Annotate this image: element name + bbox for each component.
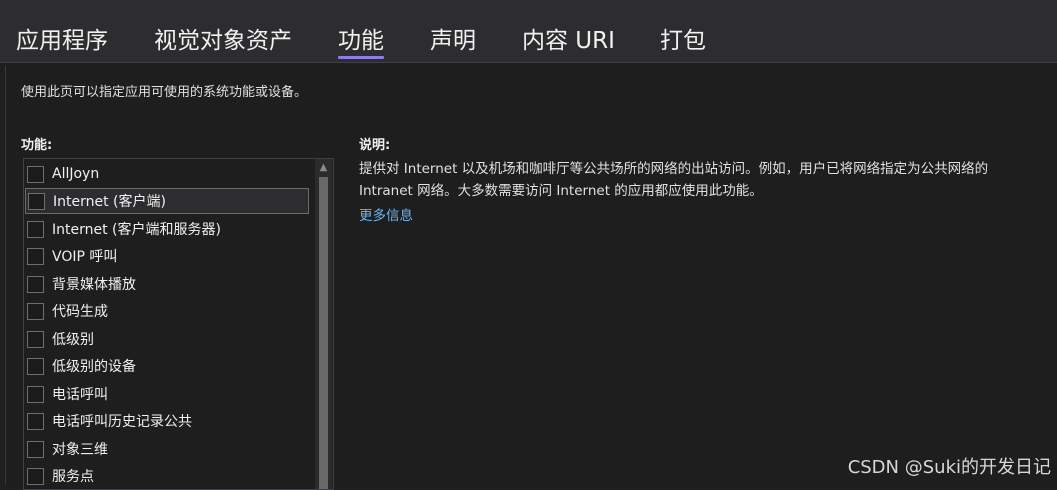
capability-label: 对象三维 [52,439,108,459]
capability-checkbox[interactable] [27,468,44,485]
capability-label: 服务点 [52,466,94,486]
scroll-up-icon[interactable]: ▲ [315,159,332,175]
capability-checkbox[interactable] [27,221,44,238]
description-line: Intranet 网络。大多数需要访问 Internet 的应用都应使用此功能。 [359,180,1057,202]
list-item[interactable]: 低级别 [25,326,309,352]
tab-application[interactable]: 应用程序 [16,26,108,56]
tab-declarations[interactable]: 声明 [430,26,476,56]
capability-checkbox[interactable] [27,276,44,293]
capability-checkbox[interactable] [27,441,44,458]
list-item[interactable]: 背景媒体播放 [25,271,309,297]
page-hint: 使用此页可以指定应用可使用的系统功能或设备。 [21,81,307,100]
capability-label: 低级别的设备 [52,356,136,376]
watermark: CSDN @Suki的开发日记 [848,453,1051,479]
capability-description: 提供对 Internet 以及机场和咖啡厅等公共场所的网络的出站访问。例如，用户… [359,158,1057,202]
list-item[interactable]: 对象三维 [25,436,309,462]
list-item[interactable]: 代码生成 [25,298,309,324]
capability-checkbox[interactable] [27,303,44,320]
capabilities-heading: 功能: [21,134,52,153]
list-item[interactable]: 低级别的设备 [25,353,309,379]
list-scrollbar[interactable]: ▲ [315,159,332,489]
description-line: 提供对 Internet 以及机场和咖啡厅等公共场所的网络的出站访问。例如，用户… [359,158,1057,180]
tab-visual-assets[interactable]: 视觉对象资产 [154,26,292,56]
list-item[interactable]: Internet (客户端) [25,188,309,214]
capability-label: Internet (客户端) [53,191,166,211]
list-item[interactable]: 电话呼叫历史记录公共 [25,408,309,434]
scroll-thumb[interactable] [319,177,328,489]
list-item[interactable]: Internet (客户端和服务器) [25,216,309,242]
title-strip [0,0,1057,18]
tab-packaging[interactable]: 打包 [660,26,706,56]
capability-checkbox[interactable] [27,331,44,348]
capability-checkbox[interactable] [27,386,44,403]
capability-label: 低级别 [52,329,94,349]
list-item[interactable]: 电话呼叫 [25,381,309,407]
capabilities-list[interactable]: AllJoyn Internet (客户端) Internet (客户端和服务器… [23,158,334,490]
capability-checkbox[interactable] [27,166,44,183]
tab-bar: 应用程序 视觉对象资产 功能 声明 内容 URI 打包 [0,18,1057,63]
list-item[interactable]: VOIP 呼叫 [25,243,309,269]
capability-label: 代码生成 [52,301,108,321]
capability-label: VOIP 呼叫 [52,246,117,266]
capability-label: AllJoyn [52,166,99,182]
list-item[interactable]: 服务点 [25,463,309,489]
list-item[interactable]: AllJoyn [25,161,309,187]
capability-checkbox[interactable] [28,193,45,210]
capability-label: 电话呼叫历史记录公共 [52,411,192,431]
tab-content-uris[interactable]: 内容 URI [522,26,615,56]
capability-checkbox[interactable] [27,248,44,265]
capability-checkbox[interactable] [27,413,44,430]
description-heading: 说明: [359,134,390,153]
capabilities-page: 使用此页可以指定应用可使用的系统功能或设备。 功能: 说明: AllJoyn I… [5,66,1057,485]
capability-label: Internet (客户端和服务器) [52,219,221,239]
tab-capabilities[interactable]: 功能 [338,26,384,56]
more-info-link[interactable]: 更多信息 [359,204,413,224]
capability-checkbox[interactable] [27,358,44,375]
capability-label: 背景媒体播放 [52,274,136,294]
capability-label: 电话呼叫 [52,384,108,404]
